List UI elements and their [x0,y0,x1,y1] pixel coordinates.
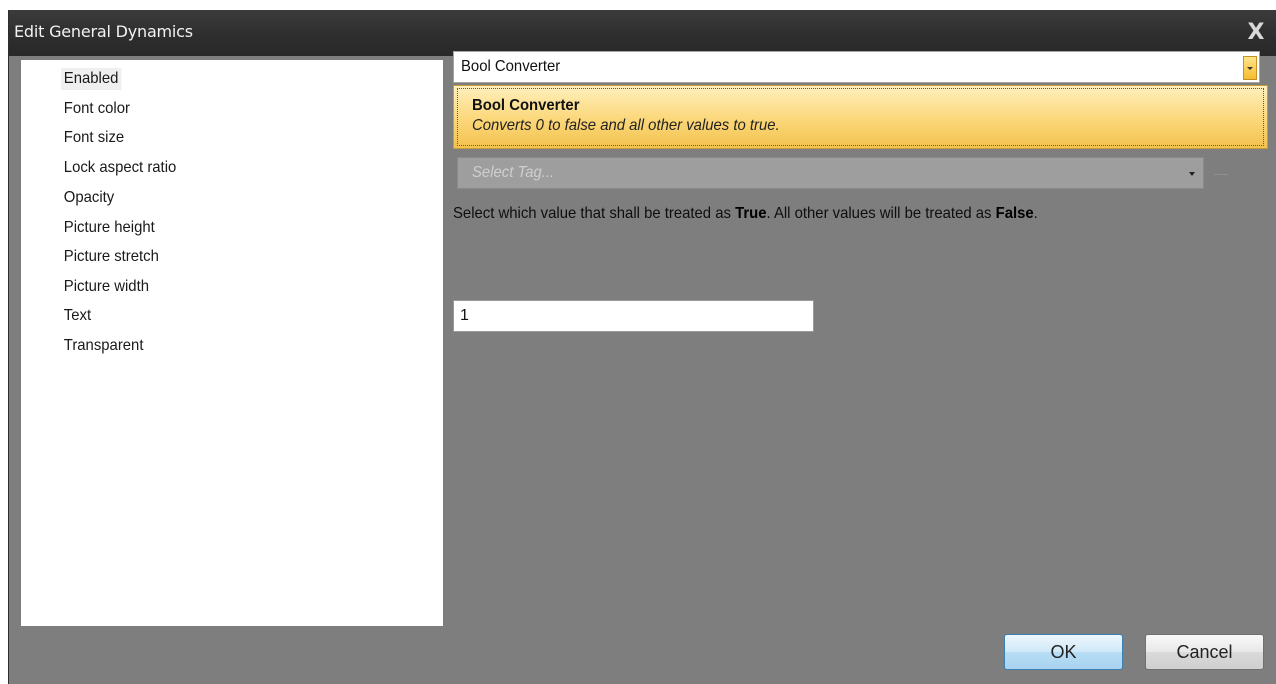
instruction-text-2: . All other values will be treated as [766,205,996,222]
property-item-transparent[interactable]: Transparent [61,335,146,357]
option-description: Converts 0 to false and all other values… [472,117,780,134]
property-item-picture-width[interactable]: Picture width [61,276,152,298]
ok-button[interactable]: OK [1004,634,1123,670]
property-item-picture-stretch[interactable]: Picture stretch [61,246,162,268]
dialog-title: Edit General Dynamics [14,22,193,41]
instruction-true-word: True [735,205,767,222]
property-item-font-size[interactable]: Font size [61,127,127,149]
property-list[interactable]: Enabled Font color Font size Lock aspect… [21,60,443,626]
property-item-text[interactable]: Text [61,305,94,327]
property-item-opacity[interactable]: Opacity [61,187,117,209]
property-item-picture-height[interactable]: Picture height [61,217,158,239]
chevron-down-icon[interactable] [1189,172,1195,176]
cancel-button[interactable]: Cancel [1145,634,1264,670]
property-item-enabled[interactable]: Enabled [61,68,122,90]
true-value-instruction: Select which value that shall be treated… [453,205,1038,223]
tag-select-placeholder: Select Tag... [472,164,555,181]
property-item-font-color[interactable]: Font color [61,98,133,120]
instruction-false-word: False [995,205,1034,222]
dropdown-arrow-icon[interactable] [1243,56,1257,80]
close-icon[interactable]: X [1243,19,1269,47]
title-bar[interactable]: Edit General Dynamics X [9,10,1276,56]
converter-dropdown[interactable]: Bool Converter [453,51,1260,83]
tag-browse-indicator [1214,174,1228,175]
property-item-lock-aspect-ratio[interactable]: Lock aspect ratio [61,157,179,179]
true-value-input[interactable] [453,300,814,332]
option-title: Bool Converter [472,97,580,114]
instruction-text-3: . [1033,205,1038,222]
tag-select-dropdown[interactable]: Select Tag... [457,157,1204,189]
instruction-text-1: Select which value that shall be treated… [453,205,736,222]
converter-selected-value: Bool Converter [461,58,561,75]
converter-dropdown-option[interactable]: Bool Converter Converts 0 to false and a… [453,85,1268,149]
